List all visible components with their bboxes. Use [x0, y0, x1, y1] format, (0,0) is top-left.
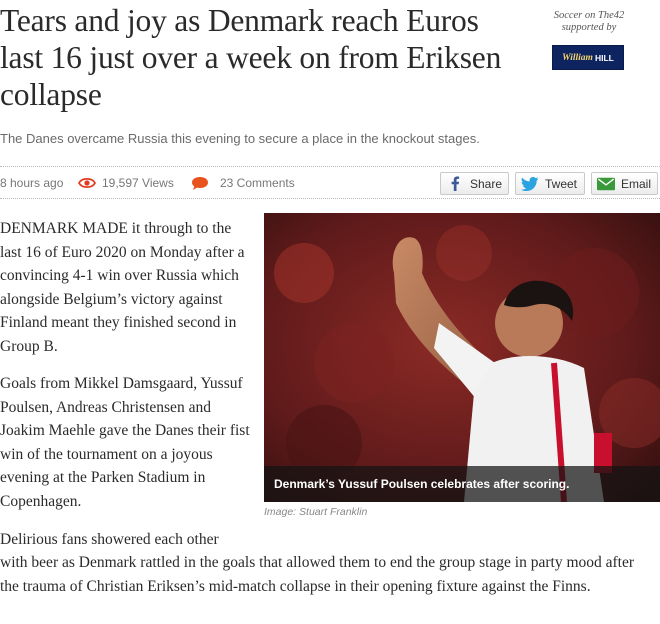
article-standfirst: The Danes overcame Russia this evening t…	[0, 131, 480, 146]
photo-credit: Image: Stuart Franklin	[264, 506, 368, 518]
envelope-icon	[597, 176, 615, 192]
speech-bubble-icon	[192, 177, 208, 190]
body-paragraph-2: Goals from Mikkel Damsgaard, Yussuf Poul…	[0, 375, 250, 510]
twitter-tweet-label: Tweet	[545, 176, 578, 191]
article-meta-bar: 8 hours ago 19,597 Views 23 Comments Sha…	[0, 172, 660, 195]
sponsor-block: Soccer on The42 supported by	[524, 10, 654, 34]
body-paragraph-1: DENMARK MADE it through to the last 16 o…	[0, 220, 245, 355]
sponsor-line2: supported by	[561, 22, 617, 33]
facebook-share-button[interactable]: Share	[440, 172, 509, 195]
divider-bottom	[0, 198, 660, 199]
sponsor-line1: Soccer on The42	[553, 10, 625, 21]
email-share-label: Email	[621, 176, 652, 191]
sponsor-logo-script: William	[562, 52, 593, 63]
sponsor-logo-bold: HILL	[594, 52, 614, 63]
email-share-button[interactable]: Email	[591, 172, 658, 195]
twitter-bird-icon	[521, 176, 539, 192]
player-celebration-image	[264, 213, 660, 502]
body-paragraph-3-line1: Delirious fans showered each other	[0, 531, 219, 548]
published-time: 8 hours ago	[0, 176, 64, 190]
body-paragraph-3-rest: with beer as Denmark rattled in the goal…	[0, 554, 635, 595]
facebook-share-label: Share	[470, 176, 503, 191]
divider-top	[0, 166, 660, 167]
comment-count-link[interactable]: 23 Comments	[220, 176, 295, 190]
twitter-tweet-button[interactable]: Tweet	[515, 172, 585, 195]
facebook-icon	[446, 176, 464, 192]
eye-icon	[78, 177, 96, 189]
william-hill-logo[interactable]: William HILL	[552, 45, 624, 70]
article-photo[interactable]: Denmark’s Yussuf Poulsen celebrates afte…	[264, 213, 660, 502]
view-count: 19,597 Views	[102, 176, 174, 190]
photo-caption: Denmark’s Yussuf Poulsen celebrates afte…	[264, 466, 660, 502]
article-headline: Tears and joy as Denmark reach Euros las…	[0, 3, 502, 112]
